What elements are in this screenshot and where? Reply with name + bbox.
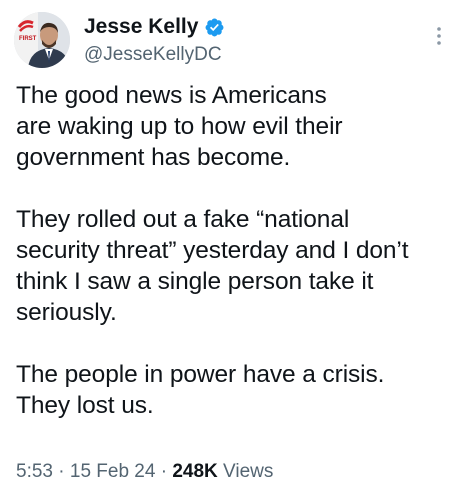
tweet-time[interactable]: 5:53 [16, 461, 53, 482]
tweet-line: The good news is Americans [16, 82, 327, 109]
tweet-date[interactable]: 15 Feb 24 [70, 461, 156, 482]
tweet-paragraph: The good news is Americans are waking up… [16, 80, 456, 173]
tweet-line: government has become. [16, 144, 291, 171]
tweet-line: seriously. [16, 299, 117, 326]
author-handle[interactable]: @JesseKellyDC [84, 42, 225, 68]
tweet-line: The people in power have a crisis. [16, 361, 385, 388]
avatar-badge-text: FIRST [19, 36, 37, 42]
more-vertical-icon[interactable] [432, 24, 446, 48]
verified-badge-icon [204, 17, 225, 38]
author-names: Jesse Kelly @JesseKellyDC [84, 14, 225, 68]
tweet-line: security threat” yesterday and I don’t [16, 237, 409, 264]
views-label: Views [223, 461, 274, 482]
tweet-paragraph: The people in power have a crisis. They … [16, 359, 456, 421]
tweet-text: The good news is Americans are waking up… [16, 80, 456, 421]
views-count[interactable]: 248K [172, 461, 217, 482]
meta-separator: · [160, 461, 168, 482]
display-name-row: Jesse Kelly [84, 14, 225, 40]
tweet-line: are waking up to how evil their [16, 113, 343, 140]
avatar[interactable]: FIRST [14, 12, 70, 68]
tweet-line: They rolled out a fake “national [16, 206, 350, 233]
display-name[interactable]: Jesse Kelly [84, 14, 198, 40]
tweet-card: FIRST Jesse Kelly @JesseKellyDC The good… [0, 0, 468, 500]
meta-separator: · [58, 461, 65, 482]
tweet-paragraph: They rolled out a fake “national securit… [16, 204, 456, 328]
tweet-line: They lost us. [16, 392, 154, 419]
tweet-meta: 5:53 · 15 Feb 24 · 248K Views [16, 460, 273, 484]
tweet-line: think I saw a single person take it [16, 268, 374, 295]
tweet-header: FIRST Jesse Kelly @JesseKellyDC [14, 10, 454, 70]
